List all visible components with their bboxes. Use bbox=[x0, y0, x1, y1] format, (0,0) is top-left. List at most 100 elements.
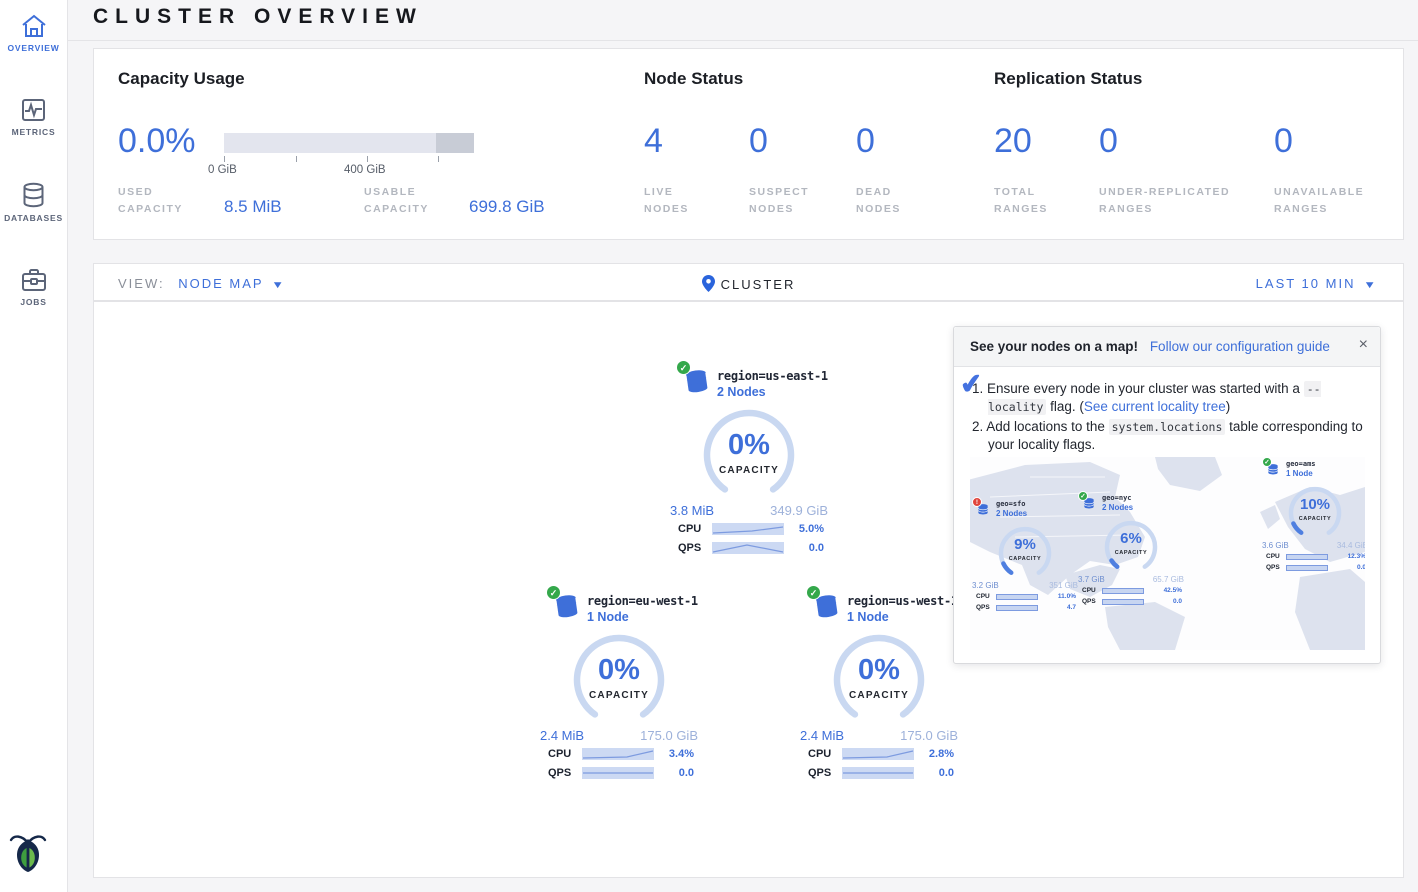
cpu-label: CPU bbox=[548, 748, 571, 760]
sidebar-item-metrics[interactable]: METRICS bbox=[0, 86, 67, 137]
node-map-config-popup: See your nodes on a map! Follow our conf… bbox=[953, 326, 1381, 664]
region-label: region=eu-west-1 bbox=[587, 594, 698, 608]
live-nodes-value: 4 bbox=[644, 122, 663, 161]
capacity-percent: 0% bbox=[699, 429, 799, 462]
mini-node-geo-ams: ✓ geo=ams 1 Node 10% CAPACITY 3.6 GiB 34… bbox=[1260, 459, 1365, 573]
cluster-summary-panel: Capacity Usage 0.0% 0 GiB 400 GiB USED C… bbox=[93, 48, 1404, 240]
capacity-label: CAPACITY bbox=[1285, 516, 1345, 522]
capacity-tick-label-400: 400 GiB bbox=[344, 164, 386, 176]
node-map-panel: ✓ region=us-east-1 2 Nodes 0% CAPACITY 3… bbox=[93, 301, 1404, 878]
usable-capacity-label: USABLE CAPACITY bbox=[364, 184, 429, 218]
usable-capacity-value: 699.8 GiB bbox=[469, 197, 545, 217]
capacity-percent: 0% bbox=[569, 654, 669, 687]
replication-status-title: Replication Status bbox=[994, 69, 1142, 89]
qps-sparkline bbox=[1286, 565, 1328, 571]
capacity-percent: 0% bbox=[829, 654, 929, 687]
capacity-bar-reserved-segment bbox=[436, 133, 474, 153]
popup-body: ✔ 1. Ensure every node in your cluster w… bbox=[954, 367, 1380, 454]
close-icon[interactable]: × bbox=[1359, 336, 1368, 354]
metrics-icon bbox=[0, 98, 67, 122]
qps-sparkline bbox=[1102, 599, 1144, 605]
page-title: CLUSTER OVERVIEW bbox=[93, 5, 423, 29]
capacity-gauge: 10% CAPACITY bbox=[1285, 481, 1345, 541]
capacity-gauge: 0% CAPACITY bbox=[569, 626, 669, 726]
used-capacity: 2.4 MiB bbox=[800, 728, 844, 743]
nodes-link[interactable]: 1 Node bbox=[587, 610, 629, 624]
sidebar-item-label: JOBS bbox=[0, 297, 67, 307]
capacity-gauge: 0% CAPACITY bbox=[699, 401, 799, 501]
view-bar: VIEW: NODE MAP ▼ CLUSTER LAST 10 MIN ▼ bbox=[93, 263, 1404, 301]
total-capacity: 175.0 GiB bbox=[900, 728, 958, 743]
qps-label: QPS bbox=[548, 767, 571, 779]
time-range-selector[interactable]: LAST 10 MIN ▼ bbox=[1256, 276, 1377, 291]
under-replicated-ranges-label: UNDER-REPLICATED RANGES bbox=[1099, 184, 1230, 218]
total-ranges-value: 20 bbox=[994, 122, 1032, 161]
nodes-count: 2 Nodes bbox=[996, 509, 1027, 518]
capacity-label: CAPACITY bbox=[699, 465, 799, 476]
node-group-eu-west-1[interactable]: ✓ region=eu-west-1 1 Node 0% CAPACITY 2.… bbox=[534, 588, 704, 782]
capacity-tick bbox=[224, 156, 225, 162]
suspect-nodes-value: 0 bbox=[749, 122, 768, 161]
capacity-gauge: 6% CAPACITY bbox=[1101, 515, 1161, 575]
popup-header: See your nodes on a map! Follow our conf… bbox=[954, 327, 1380, 367]
qps-value: 0.0 bbox=[939, 767, 954, 779]
capacity-label: CAPACITY bbox=[569, 690, 669, 701]
title-divider bbox=[68, 40, 1418, 41]
node-group-us-east-1[interactable]: ✓ region=us-east-1 2 Nodes 0% CAPACITY 3… bbox=[664, 363, 834, 557]
total-ranges-label: TOTAL RANGES bbox=[994, 184, 1048, 218]
nodes-count: 1 Node bbox=[1286, 469, 1313, 478]
capacity-tick-label-0: 0 GiB bbox=[208, 164, 237, 176]
map-pin-icon bbox=[702, 275, 715, 295]
total-capacity: 349.9 GiB bbox=[770, 503, 828, 518]
cpu-value: 2.8% bbox=[929, 748, 954, 760]
sidebar-item-jobs[interactable]: JOBS bbox=[0, 256, 67, 307]
cpu-sparkline bbox=[1286, 554, 1328, 560]
mini-node-geo-nyc: ✓ geo=nyc 2 Nodes 6% CAPACITY 3.7 GiB 65… bbox=[1076, 493, 1186, 607]
sidebar-item-label: DATABASES bbox=[0, 213, 67, 223]
nodes-count: 2 Nodes bbox=[1102, 503, 1133, 512]
sidebar-item-overview[interactable]: OVERVIEW bbox=[0, 2, 67, 53]
cpu-value: 11.0% bbox=[1058, 593, 1076, 600]
cpu-label: CPU bbox=[1082, 587, 1096, 594]
qps-value: 0.0 bbox=[809, 542, 824, 554]
locality-name: geo=sfo bbox=[996, 500, 1026, 508]
capacity-percent: 10% bbox=[1285, 496, 1345, 513]
nodes-link[interactable]: 1 Node bbox=[847, 610, 889, 624]
status-ok-icon: ✓ bbox=[806, 585, 821, 600]
cpu-sparkline bbox=[712, 523, 784, 535]
cpu-row: CPU 2.8% bbox=[794, 747, 964, 763]
used-capacity-label: USED CAPACITY bbox=[118, 184, 183, 218]
dead-nodes-value: 0 bbox=[856, 122, 875, 161]
qps-row: QPS 0.0 bbox=[534, 766, 704, 782]
sidebar-item-databases[interactable]: DATABASES bbox=[0, 170, 67, 223]
qps-sparkline bbox=[996, 605, 1038, 611]
nodes-link[interactable]: 2 Nodes bbox=[717, 385, 766, 399]
node-group-us-west-1[interactable]: ✓ region=us-west-1 1 Node 0% CAPACITY 2.… bbox=[794, 588, 964, 782]
capacity-used-percent: 0.0% bbox=[118, 122, 196, 161]
cpu-value: 5.0% bbox=[799, 523, 824, 535]
qps-value: 0.0 bbox=[679, 767, 694, 779]
popup-step-1: 1. Ensure every node in your cluster was… bbox=[972, 380, 1364, 416]
qps-value: 0.0 bbox=[1173, 598, 1182, 605]
cpu-row: CPU 5.0% bbox=[664, 522, 834, 538]
qps-label: QPS bbox=[1082, 598, 1096, 605]
home-icon bbox=[0, 14, 67, 38]
suspect-nodes-label: SUSPECT NODES bbox=[749, 184, 809, 218]
status-ok-icon: ✓ bbox=[1262, 457, 1272, 467]
locality-name: geo=ams bbox=[1286, 460, 1316, 468]
cpu-value: 42.5% bbox=[1164, 587, 1182, 594]
node-group-header: ✓ region=eu-west-1 1 Node bbox=[534, 588, 704, 626]
time-range-value[interactable]: LAST 10 MIN bbox=[1256, 276, 1356, 291]
locality-breadcrumb[interactable]: CLUSTER bbox=[94, 275, 1403, 295]
cockroachdb-logo bbox=[8, 831, 48, 878]
locality-tree-link[interactable]: See current locality tree bbox=[1084, 399, 1226, 414]
total-capacity: 175.0 GiB bbox=[640, 728, 698, 743]
cpu-value: 3.4% bbox=[669, 748, 694, 760]
system-locations-code: system.locations bbox=[1109, 419, 1226, 435]
database-icon bbox=[0, 182, 67, 208]
configuration-guide-link[interactable]: Follow our configuration guide bbox=[1150, 339, 1330, 354]
used-capacity: 3.7 GiB bbox=[1078, 575, 1105, 584]
main-content: CLUSTER OVERVIEW Capacity Usage 0.0% 0 G… bbox=[68, 0, 1418, 892]
sidebar: OVERVIEW METRICS DATABASES JOBS bbox=[0, 0, 68, 892]
used-capacity: 3.8 MiB bbox=[670, 503, 714, 518]
